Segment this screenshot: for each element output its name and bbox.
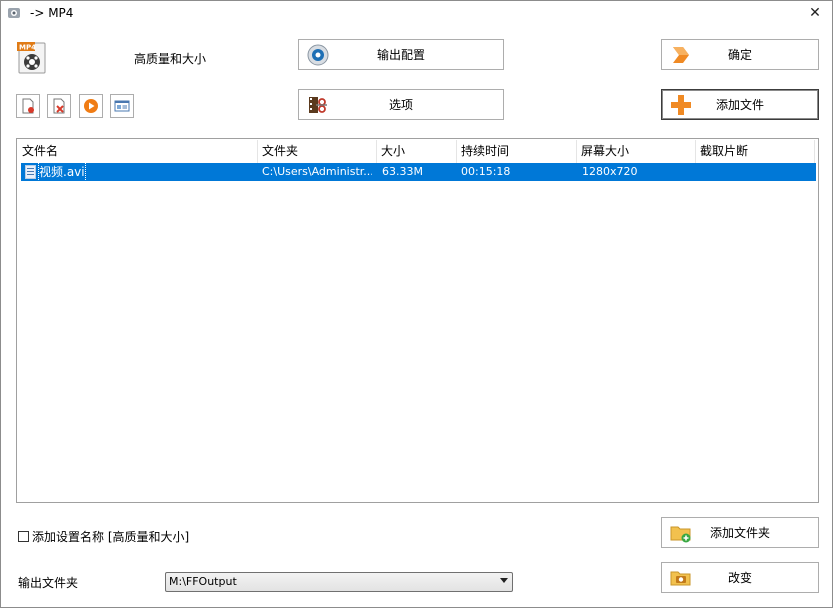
column-header-folder[interactable]: 文件夹 bbox=[258, 140, 377, 163]
window-title: -> MP4 bbox=[30, 6, 74, 20]
add-folder-label: 添加文件夹 bbox=[709, 526, 770, 540]
column-header-filename[interactable]: 文件名 bbox=[18, 140, 258, 163]
media-info-icon bbox=[114, 100, 130, 112]
add-setting-name-option[interactable]: 添加设置名称 [高质量和大小] bbox=[18, 528, 189, 544]
add-setting-name-checkbox[interactable] bbox=[18, 530, 29, 542]
play-button[interactable] bbox=[79, 94, 103, 118]
main-window: -> MP4 ✕ MP4 高质量和大小 输出配置 确定 选项 添加文件 文件名 … bbox=[0, 0, 833, 608]
ok-button[interactable]: 确定 bbox=[661, 39, 819, 70]
add-setting-name-label: 添加设置名称 [高质量和大小] bbox=[32, 529, 190, 544]
cell-filename: 视频.avi bbox=[38, 162, 86, 182]
output-config-label: 输出配置 bbox=[376, 48, 425, 62]
table-row[interactable]: 视频.avi C:\Users\Administr... 63.33M 00:1… bbox=[21, 162, 816, 182]
play-icon bbox=[84, 99, 98, 113]
clear-list-icon bbox=[53, 98, 65, 114]
change-button[interactable]: 改变 bbox=[661, 562, 819, 593]
mp4-film-icon: MP4 bbox=[17, 42, 46, 74]
column-header-duration[interactable]: 持续时间 bbox=[457, 140, 577, 163]
app-icon bbox=[8, 8, 20, 18]
change-label: 改变 bbox=[727, 571, 752, 585]
list-header: 文件名 文件夹 大小 持续时间 屏幕大小 截取片断 bbox=[18, 140, 817, 163]
output-folder-select[interactable]: M:\FFOutput bbox=[165, 572, 513, 592]
cell-duration: 00:15:18 bbox=[461, 165, 511, 178]
settings-disc-icon bbox=[307, 44, 329, 66]
output-config-button[interactable]: 输出配置 bbox=[298, 39, 504, 70]
media-info-button[interactable] bbox=[110, 94, 134, 118]
add-folder-button[interactable]: 添加文件夹 bbox=[661, 517, 819, 548]
column-header-screen-size[interactable]: 屏幕大小 bbox=[577, 140, 696, 163]
options-label: 选项 bbox=[388, 98, 413, 112]
orange-arrow-icon bbox=[673, 47, 689, 63]
svg-text:MP4: MP4 bbox=[19, 44, 36, 52]
options-button[interactable]: 选项 bbox=[298, 89, 504, 120]
film-scissors-icon bbox=[309, 97, 327, 113]
chevron-down-icon bbox=[500, 578, 508, 583]
cell-folder: C:\Users\Administr... bbox=[262, 165, 372, 178]
folder-add-icon bbox=[670, 526, 691, 543]
ok-label: 确定 bbox=[727, 48, 752, 62]
column-header-size[interactable]: 大小 bbox=[377, 140, 457, 163]
folder-camera-icon bbox=[670, 571, 691, 586]
clear-list-button[interactable] bbox=[47, 94, 71, 118]
column-header-clip[interactable]: 截取片断 bbox=[696, 140, 815, 163]
file-list[interactable]: 文件名 文件夹 大小 持续时间 屏幕大小 截取片断 视频.avi C:\User… bbox=[16, 138, 819, 503]
remove-file-button[interactable] bbox=[16, 94, 40, 118]
output-folder-label: 输出文件夹 bbox=[18, 576, 79, 590]
add-file-label: 添加文件 bbox=[715, 98, 764, 112]
video-file-icon bbox=[25, 165, 36, 179]
remove-file-icon bbox=[22, 98, 34, 114]
cell-screen-size: 1280x720 bbox=[582, 165, 638, 178]
title-bar: -> MP4 ✕ bbox=[1, 1, 832, 25]
cell-size: 63.33M bbox=[382, 165, 423, 178]
output-folder-value: M:\FFOutput bbox=[169, 575, 237, 588]
profile-label: 高质量和大小 bbox=[134, 52, 207, 66]
add-file-button[interactable]: 添加文件 bbox=[661, 89, 819, 120]
orange-plus-icon bbox=[671, 95, 691, 115]
close-button[interactable]: ✕ bbox=[806, 4, 824, 22]
